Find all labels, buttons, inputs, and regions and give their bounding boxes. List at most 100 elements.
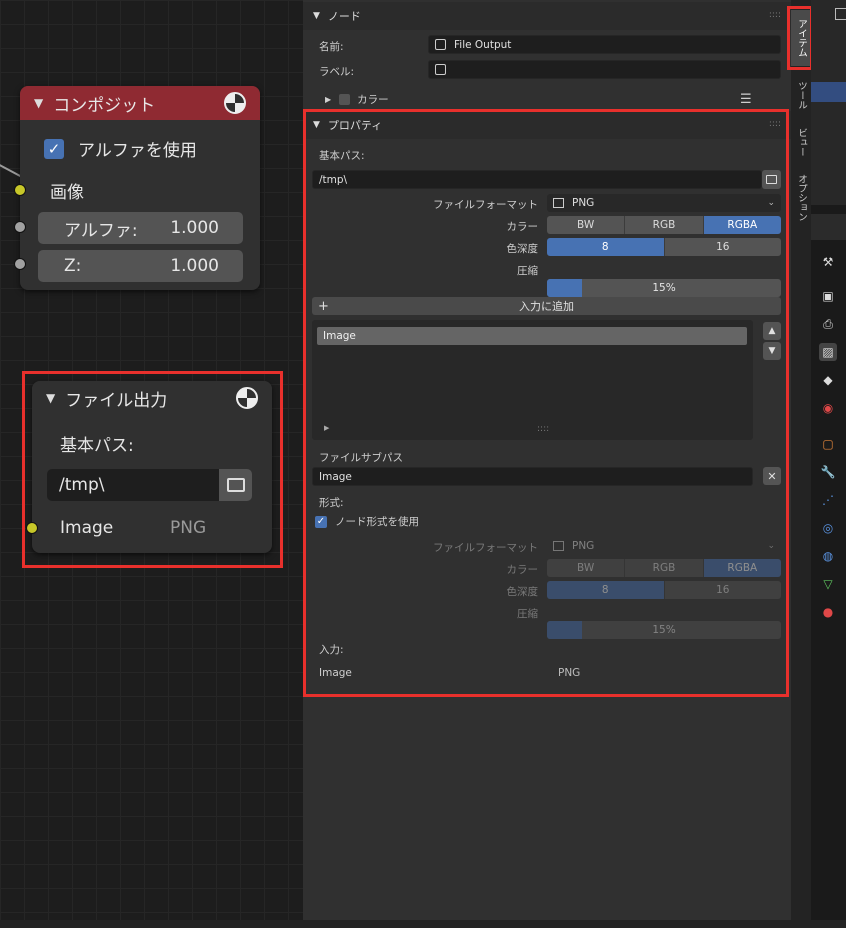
world-icon[interactable]: ◉ [819, 399, 837, 417]
composite-node[interactable]: ▼ コンポジット ✓ アルファを使用 画像 アルファ: 1.000 Z: 1.0… [20, 86, 260, 290]
image-icon [553, 541, 564, 551]
properties-section-header[interactable]: ▼ プロパティ :::: [303, 111, 791, 139]
base-path-value: /tmp\ [59, 475, 105, 495]
remove-input-button[interactable]: ✕ [763, 467, 781, 485]
list-item-label: Image [323, 330, 356, 342]
physics-icon[interactable]: ◎ [819, 519, 837, 537]
inputs-label: 入力: [319, 644, 344, 656]
tool-icon[interactable]: ⚒ [819, 253, 837, 271]
node-icon [435, 39, 446, 50]
list-filter-toggle-icon[interactable]: ▶ [324, 424, 329, 432]
color-rgb-option[interactable]: RGB [625, 216, 704, 234]
file-format-value: PNG [572, 197, 595, 209]
output-icon[interactable]: ⎙ [819, 315, 837, 333]
move-up-button[interactable]: ▲ [763, 322, 781, 340]
folder-icon [226, 478, 245, 492]
compression-label: 圧縮 [517, 265, 538, 277]
chevron-down-icon: ⌄ [767, 198, 775, 208]
file-output-node-title: ファイル出力 [65, 390, 168, 411]
node-section-header[interactable]: ▼ ノード :::: [303, 2, 791, 30]
format-label: 形式: [319, 497, 344, 509]
base-path-field[interactable]: /tmp\ [312, 170, 762, 189]
view-layer-icon[interactable]: ▨ [819, 343, 837, 361]
tab-view[interactable]: ビュー [791, 122, 811, 162]
object-icon[interactable]: ▢ [819, 435, 837, 453]
tab-options[interactable]: オプション [791, 166, 811, 230]
image-input-socket[interactable] [14, 184, 26, 196]
z-input-socket[interactable] [14, 258, 26, 270]
z-value-field[interactable]: Z: 1.000 [38, 250, 243, 282]
tab-item[interactable]: アイテム [791, 10, 811, 66]
node-editor-canvas[interactable]: ▼ コンポジット ✓ アルファを使用 画像 アルファ: 1.000 Z: 1.0… [0, 0, 303, 928]
data-icon[interactable]: ▽ [819, 575, 837, 593]
color-depth-selector[interactable]: 8 16 [547, 238, 781, 256]
collapse-triangle-icon[interactable]: ▼ [313, 11, 320, 21]
use-alpha-checkbox[interactable]: ✓ [44, 138, 64, 159]
node-icon [435, 64, 446, 75]
image-input-label: 画像 [50, 183, 84, 203]
modifier-icon[interactable]: 🔧 [819, 463, 837, 481]
file-subpath-value: Image [319, 470, 352, 483]
particles-icon[interactable]: ⋰ [819, 491, 837, 509]
use-node-format-row[interactable]: ✓ ノード形式を使用 [315, 514, 419, 529]
render-icon[interactable]: ▣ [819, 287, 837, 305]
alpha-input-socket[interactable] [14, 221, 26, 233]
use-node-format-checkbox[interactable]: ✓ [315, 515, 327, 528]
collapse-triangle-icon[interactable]: ▼ [46, 391, 55, 405]
sidebar-tabs: アイテム ツール ビュー オプション [787, 0, 813, 928]
color-subpanel-label: カラー [357, 94, 389, 106]
sub-compression-label: 圧縮 [517, 608, 538, 620]
file-format-label: ファイルフォーマット [433, 199, 538, 211]
collapse-triangle-icon[interactable]: ▼ [313, 120, 320, 130]
material-icon[interactable]: ● [819, 603, 837, 621]
base-path-label: 基本パス: [60, 436, 134, 456]
file-output-image-socket[interactable] [26, 522, 38, 534]
file-output-node[interactable]: ▼ ファイル出力 基本パス: /tmp\ Image PNG [32, 381, 272, 553]
use-alpha-row[interactable]: ✓ アルファを使用 [44, 136, 197, 161]
base-path-field[interactable]: /tmp\ [47, 469, 219, 501]
compression-slider[interactable]: 15% [547, 279, 781, 297]
move-down-button[interactable]: ▼ [763, 342, 781, 360]
constraints-icon[interactable]: ◍ [819, 547, 837, 565]
color-mode-selector[interactable]: BW RGB RGBA [547, 216, 781, 234]
collapse-triangle-icon[interactable]: ▼ [34, 96, 43, 110]
outliner-row [811, 82, 846, 102]
composite-node-header[interactable]: ▼ コンポジット [20, 86, 260, 120]
file-output-node-header[interactable]: ▼ ファイル出力 [32, 381, 272, 415]
folder-browse-button[interactable] [219, 469, 252, 501]
add-input-button[interactable]: + 入力に追加 [312, 297, 781, 315]
sub-color-rgba-option: RGBA [703, 559, 781, 577]
properties-header[interactable] [811, 214, 846, 240]
name-field[interactable]: File Output [428, 35, 781, 54]
image-input-format: PNG [170, 518, 207, 538]
properties-editor-sliver: ⚒ ▣ ⎙ ▨ ◆ ◉ ▢ 🔧 ⋰ ◎ ◍ ▽ ● [811, 0, 846, 928]
drag-grip-icon[interactable]: :::: [769, 119, 781, 129]
status-strip [0, 920, 846, 928]
input-list[interactable]: Image ▶ :::: [312, 320, 753, 440]
drag-grip-icon[interactable]: :::: [769, 10, 781, 20]
sub-depth-label: 色深度 [506, 586, 539, 598]
depth-16-option[interactable]: 16 [664, 238, 781, 256]
editor-type-icon[interactable] [835, 8, 846, 20]
file-format-dropdown[interactable]: PNG ⌄ [547, 194, 781, 212]
sub-file-format-label: ファイルフォーマット [433, 542, 538, 554]
color-bw-option[interactable]: BW [547, 216, 626, 234]
label-field[interactable] [428, 60, 781, 79]
inputs-row-format: PNG [558, 667, 581, 679]
color-rgba-option[interactable]: RGBA [703, 216, 781, 234]
file-subpath-field[interactable]: Image [312, 467, 753, 486]
label-label: ラベル: [319, 66, 355, 78]
list-menu-icon[interactable]: ☰ [740, 92, 752, 107]
color-subpanel-header[interactable]: ▶ カラー [325, 92, 389, 107]
depth-8-option[interactable]: 8 [547, 238, 665, 256]
color-checkbox[interactable] [339, 94, 351, 105]
list-resize-grip-icon[interactable]: :::: [537, 424, 549, 434]
folder-browse-button[interactable] [762, 170, 781, 189]
list-item[interactable]: Image [317, 327, 747, 345]
scene-icon[interactable]: ◆ [819, 371, 837, 389]
alpha-value-field[interactable]: アルファ: 1.000 [38, 212, 243, 244]
expand-triangle-icon[interactable]: ▶ [325, 95, 331, 104]
preview-toggle-icon[interactable] [224, 92, 246, 114]
preview-toggle-icon[interactable] [236, 387, 258, 409]
tab-tool[interactable]: ツール [791, 70, 811, 120]
